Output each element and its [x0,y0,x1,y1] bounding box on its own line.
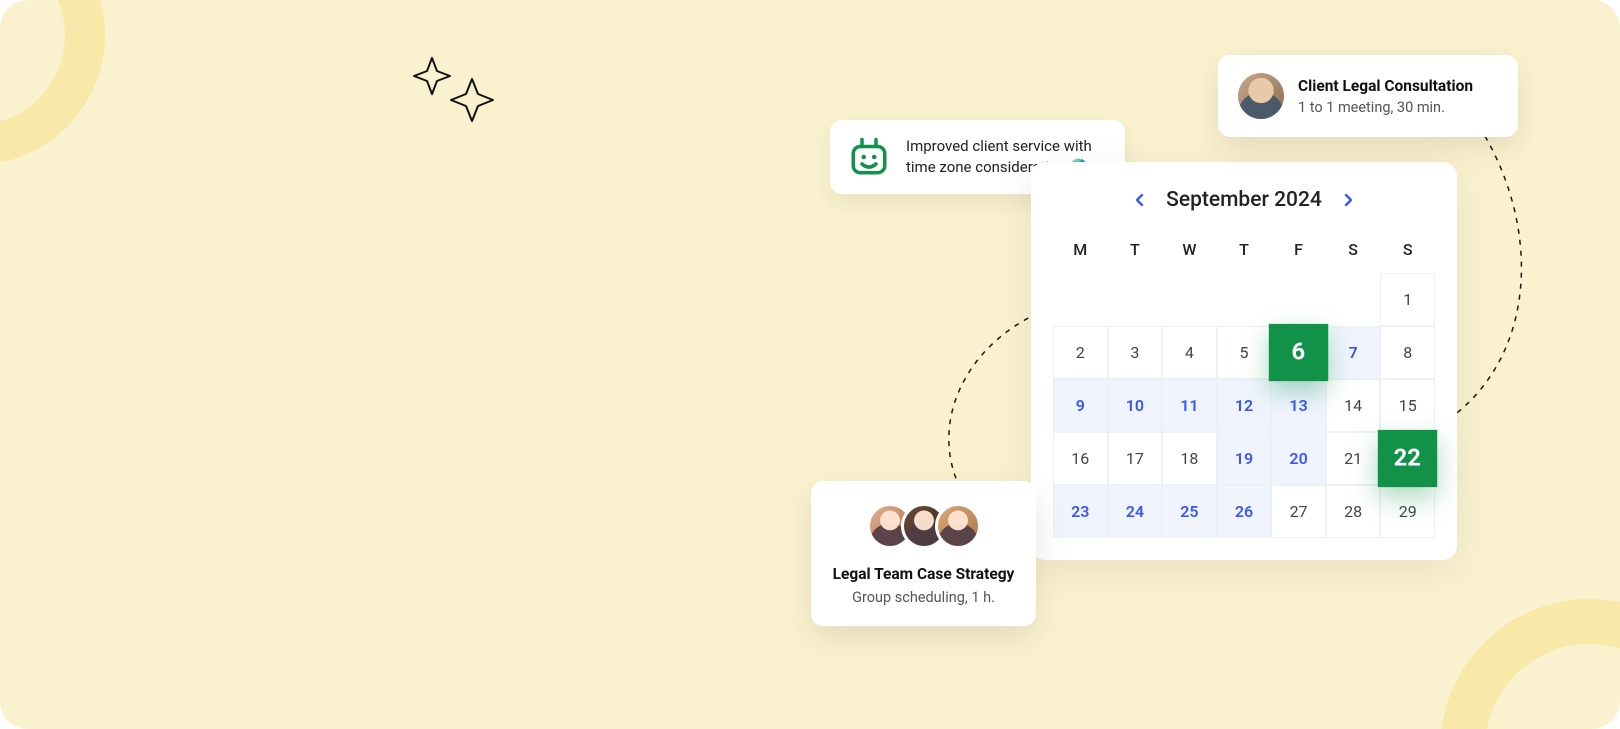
event-card-consultation[interactable]: Client Legal Consultation 1 to 1 meeting… [1218,55,1518,137]
calendar-day-cell[interactable]: 5 [1217,326,1272,379]
calendar-day-cell[interactable]: 12 [1217,379,1272,432]
calendar-day-cell[interactable]: 8 [1380,326,1435,379]
calendar-month-label: September 2024 [1166,188,1322,212]
calendar-day-cell[interactable]: 29 [1380,485,1435,538]
calendar-empty-cell [1217,273,1272,326]
event-card-team-strategy[interactable]: Legal Team Case Strategy Group schedulin… [811,481,1036,626]
event-title: Legal Team Case Strategy [829,565,1018,583]
calendar-day-cell[interactable]: 4 [1162,326,1217,379]
avatar-stack [829,503,1018,549]
calendar-dow-cell: T [1108,230,1163,273]
calendar-day-cell[interactable]: 25 [1162,485,1217,538]
calendar-day-cell[interactable]: 9 [1053,379,1108,432]
calendar-day-cell[interactable]: 13 [1271,379,1326,432]
calendar-dow-cell: F [1271,230,1326,273]
calendar-day-cell[interactable]: 24 [1108,485,1163,538]
calendar-day-cell[interactable]: 26 [1217,485,1272,538]
calendar-prev-button[interactable] [1128,188,1152,212]
calendar-empty-cell [1053,273,1108,326]
calendar-dow-row: MTWTFSS [1053,230,1435,273]
calendar-day-cell[interactable]: 20 [1271,432,1326,485]
calendar-day-cell[interactable]: 7 [1326,326,1381,379]
calendar-day-cell[interactable]: 18 [1162,432,1217,485]
avatar [1238,73,1284,119]
calendar-dow-cell: W [1162,230,1217,273]
calendar-day-cell[interactable]: 21 [1326,432,1381,485]
chevron-right-icon [1341,193,1355,207]
event-subtitle: 1 to 1 meeting, 30 min. [1298,99,1473,116]
calendar-day-cell[interactable]: 27 [1271,485,1326,538]
calendar-day-cell[interactable]: 28 [1326,485,1381,538]
calendar-day-cell[interactable]: 15 [1380,379,1435,432]
calendar-day-cell[interactable]: 2 [1053,326,1108,379]
hero-canvas: Improved client service with time zone c… [0,0,1620,729]
decorative-circle [1440,599,1620,729]
calendar-dow-cell: M [1053,230,1108,273]
decorative-circle [0,0,105,165]
calendar-day-cell[interactable]: 23 [1053,485,1108,538]
calendar-day-cell[interactable]: 19 [1217,432,1272,485]
sparkle-icon [410,55,500,125]
calendar-empty-cell [1108,273,1163,326]
calendar-day-cell[interactable]: 11 [1162,379,1217,432]
calendar-day-cell[interactable]: 3 [1108,326,1163,379]
calendar-empty-cell [1271,273,1326,326]
calendar-day-cell[interactable]: 14 [1326,379,1381,432]
calendar-day-cell[interactable]: 17 [1108,432,1163,485]
calendar-empty-cell [1162,273,1217,326]
calendar-day-cell[interactable]: 16 [1053,432,1108,485]
avatar [935,503,981,549]
calendar-dow-cell: S [1326,230,1381,273]
calendar-dow-cell: T [1217,230,1272,273]
calendar: September 2024 MTWTFSS 12345678910111213… [1031,162,1457,560]
event-subtitle: Group scheduling, 1 h. [829,589,1018,606]
calendar-next-button[interactable] [1336,188,1360,212]
calendar-empty-cell [1326,273,1381,326]
calendar-day-cell[interactable]: 6 [1269,324,1328,381]
calendar-day-cell[interactable]: 10 [1108,379,1163,432]
chevron-left-icon [1133,193,1147,207]
calendar-header: September 2024 [1053,188,1435,212]
event-title: Client Legal Consultation [1298,77,1473,95]
calendar-dow-cell: S [1380,230,1435,273]
bot-smile-icon [848,136,890,178]
calendar-day-cell[interactable]: 1 [1380,273,1435,326]
calendar-day-cell[interactable]: 22 [1378,430,1437,487]
calendar-days-grid: 1234567891011121314151617181920212223242… [1053,273,1435,538]
